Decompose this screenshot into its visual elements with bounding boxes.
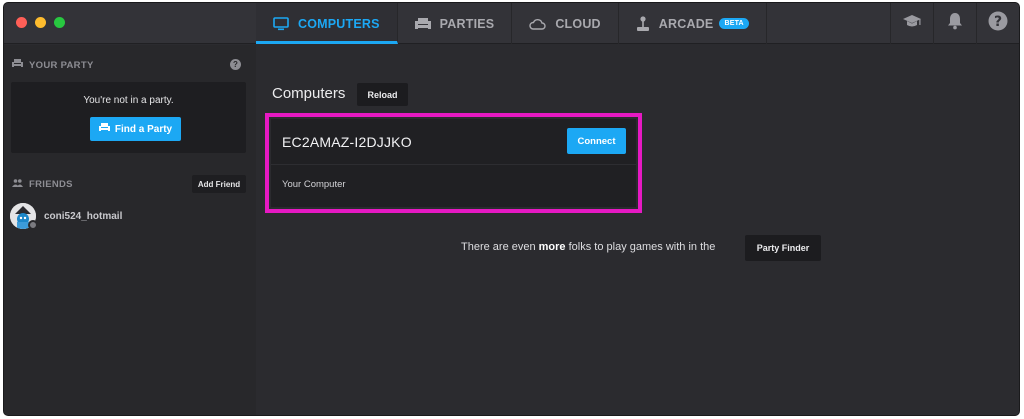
friends-icon	[12, 179, 23, 190]
tab-computers-label: COMPUTERS	[298, 16, 380, 31]
friends-title: FRIENDS	[29, 179, 73, 190]
computer-card: EC2AMAZ-I2DJJKO Connect Your Computer	[271, 119, 636, 207]
party-finder-prompt: There are even more folks to play games …	[256, 235, 1019, 261]
close-window-button[interactable]	[16, 17, 27, 28]
card-divider	[271, 164, 636, 165]
top-bar: COMPUTERS PARTIES CLOUD ARCADE BETA ?	[4, 3, 1019, 44]
maximize-window-button[interactable]	[54, 17, 65, 28]
no-party-text: You're not in a party.	[83, 95, 174, 106]
tab-parties[interactable]: PARTIES	[398, 3, 513, 44]
minimize-window-button[interactable]	[35, 17, 46, 28]
party-icon	[12, 59, 23, 71]
main-tabs: COMPUTERS PARTIES CLOUD ARCADE BETA	[256, 3, 767, 44]
find-party-button[interactable]: Find a Party	[90, 117, 181, 141]
help-icon: ?	[988, 11, 1008, 36]
learn-button[interactable]	[890, 3, 933, 44]
monitor-icon	[273, 16, 289, 31]
connect-button[interactable]: Connect	[567, 128, 626, 154]
help-button[interactable]: ?	[976, 3, 1019, 44]
bell-icon	[947, 12, 963, 35]
finder-text-bold: more	[538, 241, 566, 253]
app-window: COMPUTERS PARTIES CLOUD ARCADE BETA ? YO…	[4, 3, 1019, 415]
tab-parties-label: PARTIES	[439, 16, 495, 31]
page-title: Computers	[272, 85, 346, 102]
computer-name: EC2AMAZ-I2DJJKO	[282, 134, 412, 150]
tab-computers[interactable]: COMPUTERS	[256, 3, 398, 44]
finder-text-before: There are even	[461, 241, 539, 253]
reload-button[interactable]: Reload	[357, 83, 408, 106]
main-content: Computers Reload EC2AMAZ-I2DJJKO Connect…	[256, 45, 1019, 415]
finder-text-after: folks to play games with in the	[565, 241, 716, 253]
sofa-icon	[414, 17, 431, 30]
sidebar: YOUR PARTY ? You're not in a party. Find…	[4, 45, 256, 415]
tab-arcade-label: ARCADE	[658, 16, 714, 31]
cloud-icon	[529, 18, 546, 30]
top-right-actions: ?	[890, 3, 1019, 44]
party-icon	[98, 123, 110, 135]
friend-item[interactable]: coni524_hotmail	[10, 203, 123, 230]
window-controls	[16, 17, 65, 28]
party-help-icon[interactable]: ?	[230, 59, 241, 70]
party-finder-text: There are even more folks to play games …	[461, 241, 715, 253]
svg-text:?: ?	[994, 14, 1002, 30]
graduation-cap-icon	[902, 14, 922, 33]
party-finder-button[interactable]: Party Finder	[745, 235, 821, 261]
offline-status-dot	[28, 220, 38, 230]
computer-subtitle: Your Computer	[282, 179, 346, 190]
notifications-button[interactable]	[933, 3, 976, 44]
joystick-icon	[636, 15, 650, 32]
your-party-title: YOUR PARTY	[29, 59, 94, 71]
beta-badge: BETA	[719, 18, 749, 29]
friend-name: coni524_hotmail	[44, 210, 123, 222]
party-card: You're not in a party. Find a Party	[11, 82, 246, 153]
friends-header: FRIENDS	[12, 179, 73, 190]
find-party-label: Find a Party	[114, 123, 173, 135]
your-party-header: YOUR PARTY	[12, 59, 94, 71]
tab-cloud-label: CLOUD	[555, 16, 601, 31]
tab-arcade[interactable]: ARCADE BETA	[619, 3, 767, 44]
tab-cloud[interactable]: CLOUD	[512, 3, 619, 44]
add-friend-button[interactable]: Add Friend	[192, 175, 246, 193]
